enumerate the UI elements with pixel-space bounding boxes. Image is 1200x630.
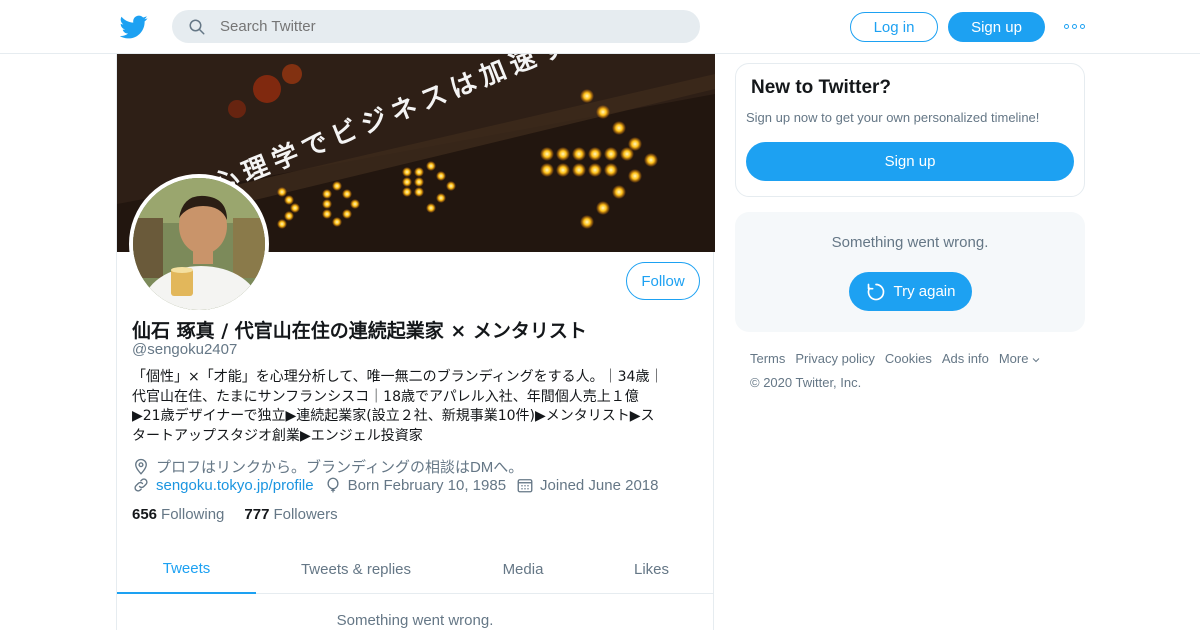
followers-label[interactable]: Followers — [273, 506, 337, 523]
profile-url-text[interactable]: sengoku.tokyo.jp/profile — [156, 477, 314, 494]
location: プロフはリンクから。ブランディングの相談はDMへ。 — [132, 456, 523, 477]
new-to-twitter-card: New to Twitter? Sign up now to get your … — [735, 63, 1085, 197]
sidebar-error-card: Something went wrong. Try again — [735, 212, 1085, 332]
new-to-twitter-title: New to Twitter? — [751, 77, 892, 98]
try-again-label: Try again — [893, 283, 956, 300]
try-again-button[interactable]: Try again — [849, 272, 972, 311]
footer-link-privacy[interactable]: Privacy policy — [795, 351, 874, 366]
tab-media[interactable]: Media — [456, 544, 590, 594]
balloon-icon — [327, 477, 339, 493]
chevron-down-icon — [1033, 358, 1040, 363]
timeline-error-text: Something went wrong. — [336, 612, 494, 629]
top-bar: Log in Sign up — [0, 0, 1200, 54]
search-bar[interactable] — [172, 10, 700, 43]
sidebar-error-text: Something went wrong. — [831, 234, 989, 251]
calendar-icon — [517, 479, 533, 493]
profile-details-row: sengoku.tokyo.jp/profile Born February 1… — [132, 476, 668, 494]
following-label[interactable]: Following — [161, 506, 224, 523]
follow-button[interactable]: Follow — [626, 262, 700, 300]
signup-button[interactable]: Sign up — [948, 12, 1045, 42]
profile-stats: 656 Following 777 Followers — [132, 506, 358, 523]
bio-line: タートアップスタジオ創業▶エンジェル投資家 — [132, 427, 423, 444]
followers-count[interactable]: 777 — [244, 506, 269, 523]
tab-tweets[interactable]: Tweets — [117, 544, 256, 594]
profile-column: 心理学でビジネスは加速する Follow 仙石 琢真 / 代官山在住の連続起業家… — [116, 54, 715, 630]
tab-tweets-replies[interactable]: Tweets & replies — [256, 544, 456, 594]
more-options-icon[interactable] — [1064, 18, 1086, 34]
profile-name: 仙石 琢真 / 代官山在住の連続起業家 × メンタリスト — [132, 320, 587, 342]
profile-location-row: プロフはリンクから。ブランディングの相談はDMへ。 — [132, 456, 533, 477]
footer-link-ads-info[interactable]: Ads info — [942, 351, 989, 366]
new-to-twitter-desc: Sign up now to get your own personalized… — [746, 110, 1040, 125]
profile-url[interactable]: sengoku.tokyo.jp/profile — [132, 476, 314, 494]
birthdate-text: Born February 10, 1985 — [347, 476, 507, 494]
bio-line: 「個性」×「才能」を心理分析して、唯一無二のブランディングをする人。｜34歳｜ — [132, 369, 664, 385]
footer-link-cookies[interactable]: Cookies — [885, 351, 932, 366]
copyright-text: © 2020 Twitter, Inc. — [750, 375, 862, 390]
profile-tabs: Tweets Tweets & replies Media Likes — [117, 544, 713, 594]
link-icon — [134, 478, 148, 492]
login-button[interactable]: Log in — [850, 12, 938, 42]
location-text: プロフはリンクから。ブランディングの相談はDMへ。 — [156, 459, 524, 476]
location-pin-icon — [135, 458, 147, 475]
sidebar-signup-button[interactable]: Sign up — [746, 142, 1074, 181]
profile-avatar[interactable] — [129, 174, 269, 314]
join-date: Joined June 2018 — [516, 476, 658, 494]
following-count[interactable]: 656 — [132, 506, 157, 523]
profile-handle: @sengoku2407 — [132, 341, 238, 358]
footer-more-label: More — [998, 351, 1029, 366]
footer-link-terms[interactable]: Terms — [750, 351, 785, 366]
search-icon — [189, 19, 205, 34]
refresh-icon — [867, 283, 884, 300]
bio-line: ▶21歳デザイナーで独立▶連続起業家(設立２社、新規事業10件)▶メンタリスト▶… — [132, 408, 655, 424]
join-date-text: Joined June 2018 — [540, 476, 659, 494]
tab-likes[interactable]: Likes — [590, 544, 713, 594]
profile-bio: 「個性」×「才能」を心理分析して、唯一無二のブランディングをする人。｜34歳｜ … — [132, 368, 707, 446]
footer-link-more[interactable]: More — [999, 351, 1043, 366]
footer-links: Terms Privacy policy Cookies Ads info Mo… — [750, 351, 1042, 366]
twitter-logo-icon[interactable] — [120, 13, 148, 41]
search-input[interactable] — [220, 18, 680, 35]
bio-line: 代官山在住、たまにサンフランシスコ｜18歳でアパレル入社、年間個人売上１億 — [132, 388, 639, 405]
birthdate: Born February 10, 1985 — [324, 476, 506, 494]
